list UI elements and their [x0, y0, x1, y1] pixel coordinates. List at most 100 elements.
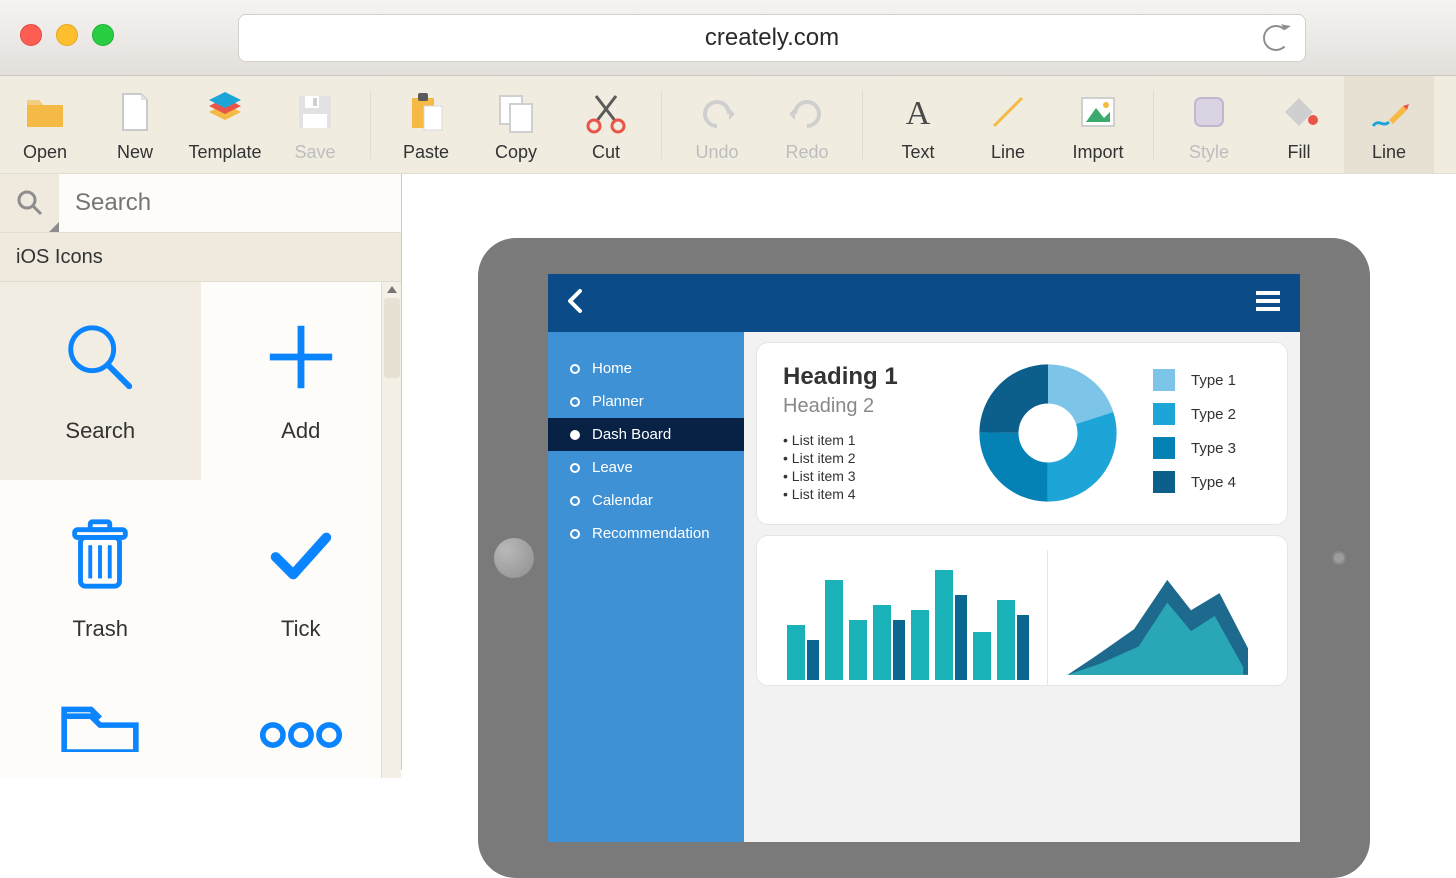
shape-tick[interactable]: Tick	[201, 480, 402, 678]
url-bar[interactable]: creately.com	[238, 14, 1306, 62]
nav-label: Home	[592, 360, 632, 377]
template-label: Template	[188, 142, 261, 163]
nav-label: Leave	[592, 459, 633, 476]
scrollbar[interactable]	[381, 282, 401, 778]
undo-icon	[695, 90, 739, 134]
style-label: Style	[1189, 142, 1229, 163]
import-button[interactable]: Import	[1053, 76, 1143, 173]
redo-button: Redo	[762, 76, 852, 173]
nav-calendar[interactable]: Calendar	[548, 484, 744, 517]
paste-label: Paste	[403, 142, 449, 163]
shape-add[interactable]: Add	[201, 282, 402, 480]
app-content: Heading 1 Heading 2 List item 1 List ite…	[744, 332, 1300, 842]
nav-home[interactable]: Home	[548, 352, 744, 385]
browser-chrome: creately.com	[0, 0, 1456, 76]
nav-label: Recommendation	[592, 525, 710, 542]
shape-folder-partial[interactable]	[0, 678, 201, 778]
save-label: Save	[294, 142, 335, 163]
shapes-search-row	[0, 174, 401, 232]
copy-icon	[494, 90, 538, 134]
shape-grid: Search Add Trash Tick	[0, 282, 401, 778]
line-tool-button[interactable]: Line	[963, 76, 1053, 173]
tablet-camera	[1332, 551, 1346, 565]
list-item: List item 3	[783, 468, 943, 484]
summary-card: Heading 1 Heading 2 List item 1 List ite…	[756, 342, 1288, 525]
paste-button[interactable]: Paste	[381, 76, 471, 173]
shapes-panel: iOS Icons Search Add Trash Tick	[0, 174, 402, 770]
redo-icon	[785, 90, 829, 134]
legend-label: Type 1	[1191, 372, 1236, 389]
list-item: List item 1	[783, 432, 943, 448]
nav-planner[interactable]: Planner	[548, 385, 744, 418]
legend-item: Type 2	[1153, 403, 1261, 425]
shape-label: Add	[281, 418, 320, 444]
template-icon	[203, 90, 247, 134]
section-header[interactable]: iOS Icons	[0, 232, 401, 282]
text-button[interactable]: A Text	[873, 76, 963, 173]
toolbar-separator	[661, 90, 662, 159]
new-button[interactable]: New	[90, 76, 180, 173]
legend-item: Type 3	[1153, 437, 1261, 459]
refresh-icon[interactable]	[1263, 25, 1289, 51]
open-label: Open	[23, 142, 67, 163]
style-icon	[1187, 90, 1231, 134]
bar-chart	[777, 550, 1037, 685]
new-label: New	[117, 142, 153, 163]
redo-label: Redo	[785, 142, 828, 163]
shape-label: Trash	[73, 616, 128, 642]
nav-leave[interactable]: Leave	[548, 451, 744, 484]
legend-swatch	[1153, 437, 1175, 459]
window-controls	[20, 24, 114, 46]
canvas[interactable]: Home Planner Dash Board Leave Calendar R…	[402, 174, 1456, 770]
line-label: Line	[991, 142, 1025, 163]
shape-more-partial[interactable]	[201, 678, 402, 778]
new-file-icon	[113, 90, 157, 134]
save-icon	[293, 90, 337, 134]
list-item: List item 4	[783, 486, 943, 502]
fill-button[interactable]: Fill	[1254, 76, 1344, 173]
line-icon	[986, 90, 1030, 134]
back-icon[interactable]	[566, 287, 586, 320]
copy-label: Copy	[495, 142, 537, 163]
shapes-search-input[interactable]	[59, 174, 401, 232]
nav-dashboard[interactable]: Dash Board	[548, 418, 744, 451]
text-label: Text	[901, 142, 934, 163]
legend-label: Type 3	[1191, 440, 1236, 457]
style-button: Style	[1164, 76, 1254, 173]
heading2: Heading 2	[783, 395, 943, 418]
legend-swatch	[1153, 403, 1175, 425]
line-style-button[interactable]: Line	[1344, 76, 1434, 173]
minimize-window-button[interactable]	[56, 24, 78, 46]
menu-icon[interactable]	[1254, 289, 1282, 318]
heading1: Heading 1	[783, 363, 943, 391]
tablet-mockup[interactable]: Home Planner Dash Board Leave Calendar R…	[478, 238, 1370, 878]
open-button[interactable]: Open	[0, 76, 90, 173]
nav-label: Dash Board	[592, 426, 671, 443]
search-icon[interactable]	[0, 174, 59, 232]
chart-legend: Type 1 Type 2 Type 3 Type 4	[1153, 363, 1261, 493]
shape-trash[interactable]: Trash	[0, 480, 201, 678]
svg-text:A: A	[906, 95, 931, 132]
template-button[interactable]: Template	[180, 76, 270, 173]
nav-label: Planner	[592, 393, 644, 410]
fullscreen-window-button[interactable]	[92, 24, 114, 46]
nav-recommendation[interactable]: Recommendation	[548, 517, 744, 550]
legend-swatch	[1153, 369, 1175, 391]
folder-icon	[23, 90, 67, 134]
copy-button[interactable]: Copy	[471, 76, 561, 173]
pencil-line-icon	[1367, 90, 1411, 134]
tablet-home-button	[494, 538, 534, 578]
nav-label: Calendar	[592, 492, 653, 509]
cut-button[interactable]: Cut	[561, 76, 651, 173]
undo-label: Undo	[695, 142, 738, 163]
shape-label: Tick	[281, 616, 321, 642]
fill-label: Fill	[1288, 142, 1311, 163]
save-button: Save	[270, 76, 360, 173]
close-window-button[interactable]	[20, 24, 42, 46]
line2-label: Line	[1372, 142, 1406, 163]
legend-swatch	[1153, 471, 1175, 493]
section-label: iOS Icons	[16, 246, 103, 269]
toolbar-separator	[1153, 90, 1154, 159]
app-header	[548, 274, 1300, 332]
shape-search[interactable]: Search	[0, 282, 201, 480]
